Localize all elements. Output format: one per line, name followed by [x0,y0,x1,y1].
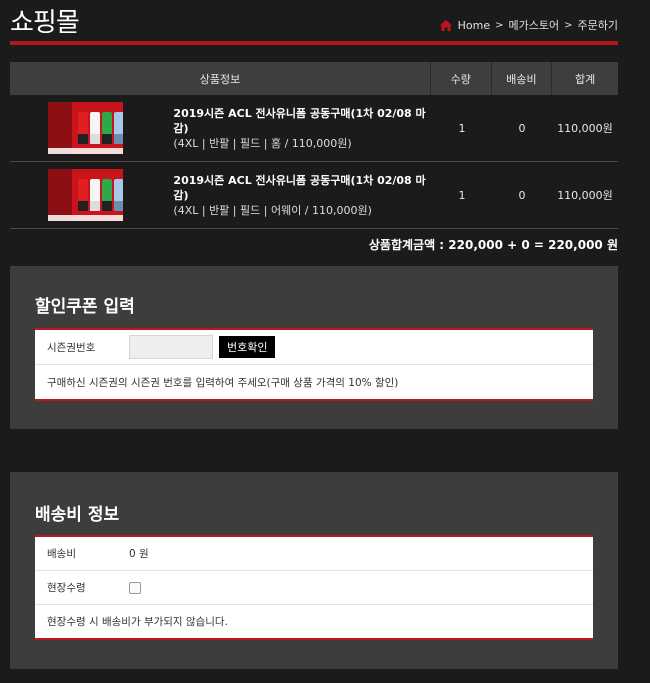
shipping-fee-label: 배송비 [47,548,76,560]
coupon-section: 할인쿠폰 입력 시즌권번호 번호확인 구매하신 시즌권의 시즌권 번호를 입력하… [10,266,618,429]
header-divider [10,41,618,45]
pickup-checkbox[interactable] [129,581,141,594]
coupon-note: 구매하신 시즌권의 시즌권 번호를 입력하여 주세오(구매 상품 가격의 10%… [47,376,399,389]
product-total: 110,000원 [557,189,613,202]
cart-header: 상품정보 수량 배송비 합계 [10,62,618,95]
shipping-fee-value: 0 원 [129,548,149,560]
product-shipping: 0 [518,121,526,135]
shipping-section: 배송비 정보 배송비 0 원 현장수령 현장수령 시 배송비가 부가되지 않습니… [10,472,618,669]
column-header-shipping: 배송비 [490,62,552,95]
breadcrumb: Home > 메가스토어 > 주문하기 [439,17,618,33]
breadcrumb-order: 주문하기 [577,19,618,32]
product-name[interactable]: 2019시즌 ACL 전사유니폼 공동구매(1차 02/08 마감) [173,106,432,136]
column-header-qty: 수량 [429,62,491,95]
home-icon[interactable] [439,19,452,31]
coupon-panel: 시즌권번호 번호확인 구매하신 시즌권의 시즌권 번호를 입력하여 주세오(구매… [35,328,593,401]
product-total: 110,000원 [557,122,613,135]
season-pass-input[interactable] [129,335,213,359]
pickup-note: 현장수령 시 배송비가 부가되지 않습니다. [47,616,228,628]
product-shipping: 0 [518,188,526,202]
chevron-right-icon: > [495,19,504,31]
product-thumbnail[interactable] [48,169,124,221]
product-options: (4XL | 반팔 | 필드 | 어웨이 / 110,000원) [173,203,372,217]
product-thumbnail[interactable] [48,102,124,154]
page-title: 쇼핑몰 [10,8,80,38]
page-header: 쇼핑몰 Home > 메가스토어 > 주문하기 [10,0,618,46]
cart-row: 2019시즌 ACL 전사유니폼 공동구매(1차 02/08 마감) (4XL … [10,95,618,162]
product-options: (4XL | 반팔 | 필드 | 홈 / 110,000원) [173,136,352,150]
product-qty: 1 [458,188,466,202]
season-pass-label: 시즌권번호 [47,341,96,354]
cart-row: 2019시즌 ACL 전사유니폼 공동구매(1차 02/08 마감) (4XL … [10,162,618,229]
product-name[interactable]: 2019시즌 ACL 전사유니폼 공동구매(1차 02/08 마감) [173,173,432,203]
order-summary: 상품합계금액 : 220,000 + 0 = 220,000 원 [368,238,618,252]
shipping-panel: 배송비 0 원 현장수령 현장수령 시 배송비가 부가되지 않습니다. [35,535,593,640]
shipping-title: 배송비 정보 [35,505,120,525]
column-header-total: 합계 [551,62,618,95]
confirm-number-button[interactable]: 번호확인 [219,336,276,358]
pickup-label: 현장수령 [47,582,86,594]
cart-table: 상품정보 수량 배송비 합계 2019시즌 ACL 전사유니폼 공동구매(1차 … [10,62,618,229]
coupon-title: 할인쿠폰 입력 [35,297,135,317]
chevron-right-icon: > [564,19,573,31]
breadcrumb-megastore[interactable]: 메가스토어 [509,17,560,33]
product-qty: 1 [458,121,466,135]
breadcrumb-home[interactable]: Home [458,19,490,32]
column-header-info: 상품정보 [199,72,241,86]
